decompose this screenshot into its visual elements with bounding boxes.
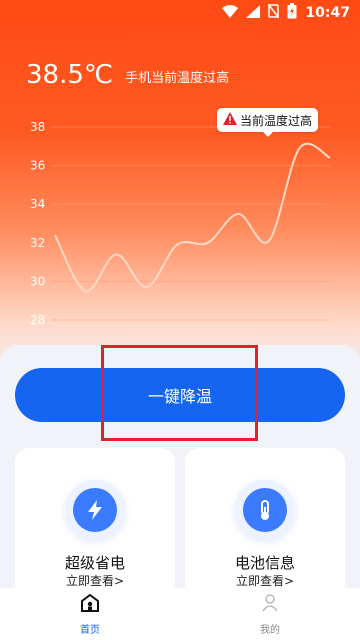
tab-bar: 首页 我的	[0, 588, 360, 640]
chart-tooltip: 当前温度过高	[217, 108, 319, 137]
power-saving-card[interactable]: 超级省电 立即查看>	[15, 448, 175, 598]
current-temperature: 38.5℃	[26, 60, 114, 90]
sim-off-icon	[267, 3, 281, 22]
battery-info-card[interactable]: 电池信息 立即查看>	[185, 448, 345, 598]
y-tick-label: 34	[30, 197, 45, 211]
highlight-box	[101, 345, 258, 441]
status-bar: 10:47	[0, 0, 360, 26]
lightning-icon	[73, 488, 117, 532]
battery-charging-icon	[287, 3, 297, 23]
power-saving-link[interactable]: 立即查看>	[15, 572, 175, 589]
signal-icon	[246, 4, 261, 22]
thermometer-icon	[243, 488, 287, 532]
tab-home-label: 首页	[80, 624, 100, 636]
temperature-warning: 手机当前温度过高	[125, 71, 230, 86]
y-tick-label: 36	[30, 159, 45, 173]
power-saving-icon-wrap	[65, 480, 125, 540]
battery-info-icon-wrap	[235, 480, 295, 540]
person-icon	[260, 593, 280, 617]
wifi-icon	[222, 4, 239, 22]
clock: 10:47	[305, 5, 350, 21]
warning-icon	[223, 112, 237, 128]
temperature-chart: 38 36 34 32 30 28	[30, 120, 331, 327]
y-tick-label: 30	[30, 274, 45, 288]
y-tick-label: 38	[30, 120, 45, 134]
y-tick-label: 32	[30, 236, 45, 250]
tooltip-text: 当前温度过高	[240, 113, 313, 128]
home-icon	[80, 593, 100, 617]
tab-home[interactable]: 首页	[0, 588, 180, 640]
y-tick-label: 28	[30, 313, 45, 327]
battery-info-link[interactable]: 立即查看>	[185, 572, 345, 589]
temperature-header: 38.5℃ 手机当前温度过高	[26, 60, 229, 90]
power-saving-title: 超级省电	[64, 554, 125, 572]
tab-mine-label: 我的	[260, 624, 280, 636]
battery-info-title: 电池信息	[234, 554, 295, 572]
tab-mine[interactable]: 我的	[180, 588, 360, 640]
